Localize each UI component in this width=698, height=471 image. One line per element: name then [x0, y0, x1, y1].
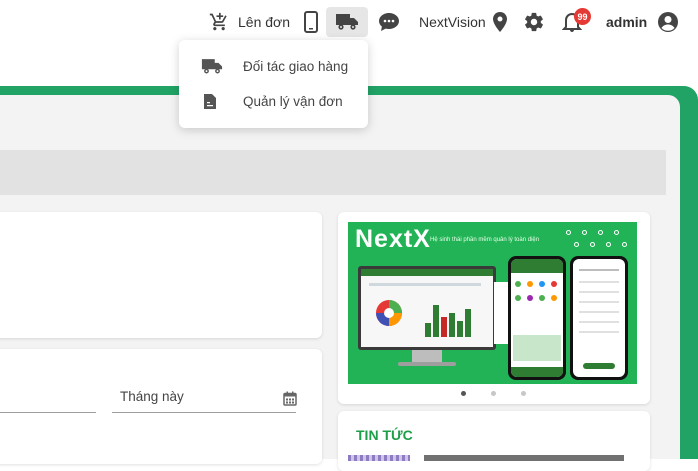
summary-card [0, 212, 322, 338]
banner-carousel-slide[interactable]: NextX Hệ sinh thái phần mềm quản lý toàn… [348, 222, 637, 384]
banner-tagline: Hệ sinh thái phần mềm quản lý toàn diện [430, 237, 540, 243]
tablet-edge [494, 282, 508, 344]
location-button[interactable]: NextVision [419, 0, 508, 44]
filter-card [0, 349, 322, 464]
date-field-underline [112, 412, 296, 413]
banner-brand: NextX [355, 225, 431, 253]
location-pin-icon [492, 12, 507, 32]
document-icon [204, 94, 216, 109]
menu-item-shipping-partners[interactable]: Đối tác giao hàng [179, 51, 368, 81]
section-header-bar [0, 150, 666, 195]
shipping-button[interactable] [326, 7, 368, 37]
brand-label: NextVision [419, 14, 486, 30]
laptop-mockup [358, 266, 496, 350]
notification-badge: 99 [574, 8, 591, 25]
laptop-base [398, 362, 456, 366]
user-name: admin [606, 14, 648, 30]
shipping-dropdown-menu: Đối tác giao hàng Quản lý vận đơn [179, 40, 368, 128]
mobile-button[interactable] [303, 0, 319, 44]
create-order-label: Lên đơn [238, 14, 291, 30]
news-thumbnail[interactable] [348, 455, 410, 461]
news-section-title: TIN TỨC [356, 427, 413, 443]
carousel-dot[interactable] [521, 391, 526, 396]
truck-icon [336, 14, 358, 30]
pie-chart-icon [376, 300, 402, 326]
carousel-dot[interactable] [491, 391, 496, 396]
avatar-icon [658, 12, 679, 32]
date-range-select[interactable]: Tháng này [120, 389, 184, 404]
user-menu[interactable]: admin [606, 0, 679, 44]
menu-item-label: Đối tác giao hàng [243, 58, 349, 74]
top-bar: Lên đơn NextVision 99 admin [0, 0, 698, 44]
cart-icon [209, 12, 227, 31]
phone-mockup-right [570, 256, 628, 380]
chat-button[interactable] [378, 0, 400, 44]
phone-mockup-left [508, 256, 566, 380]
create-order-button[interactable]: Lên đơn [208, 0, 290, 44]
phone-icon [304, 11, 318, 33]
menu-item-waybill-management[interactable]: Quản lý vận đơn [179, 86, 368, 116]
chat-icon [379, 13, 399, 31]
news-headline[interactable] [424, 455, 624, 461]
gear-icon [525, 12, 543, 32]
filter-field-underline [0, 412, 96, 413]
menu-item-label: Quản lý vận đơn [243, 93, 343, 109]
calendar-icon[interactable] [283, 391, 297, 406]
settings-button[interactable] [523, 0, 545, 44]
carousel-dot-active[interactable] [461, 391, 466, 396]
truck-icon [201, 59, 223, 74]
